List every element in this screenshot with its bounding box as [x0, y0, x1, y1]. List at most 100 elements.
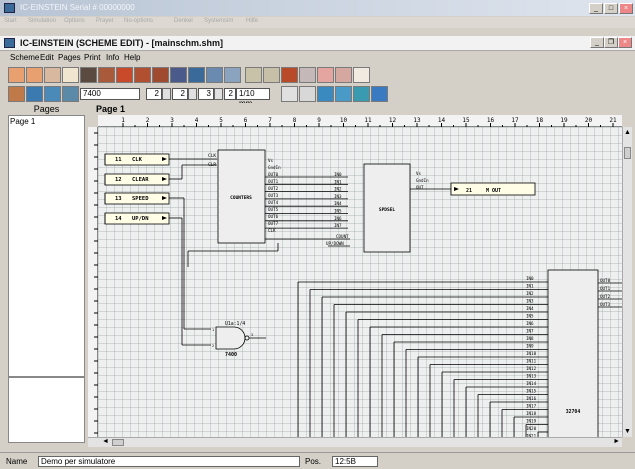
- ic-in-pin: IN8: [526, 336, 534, 341]
- outer-menu-item[interactable]: Options: [64, 18, 85, 24]
- screen-icon[interactable]: [224, 67, 241, 83]
- chip-icon[interactable]: [152, 67, 169, 83]
- new-icon[interactable]: [8, 67, 25, 83]
- run-icon[interactable]: [371, 86, 388, 102]
- part-icon[interactable]: [44, 86, 61, 102]
- image-icon[interactable]: [206, 67, 223, 83]
- input-label: SPEED: [132, 196, 149, 202]
- component-icon[interactable]: [98, 67, 115, 83]
- doc-minimize-button[interactable]: _: [590, 37, 604, 48]
- spin-4[interactable]: [214, 88, 223, 100]
- scale-field[interactable]: 1/10 mm...: [236, 88, 270, 108]
- bus-icon[interactable]: [317, 86, 334, 102]
- status-name-field[interactable]: Demo per simulatore: [38, 456, 300, 467]
- chip-select-icon[interactable]: [8, 86, 25, 102]
- symbol-icon[interactable]: [62, 86, 79, 102]
- page-header: Page 1: [90, 103, 630, 115]
- pages-preview: [8, 377, 85, 443]
- page-list-item[interactable]: Page 1: [10, 117, 35, 126]
- zoom-icon[interactable]: [299, 67, 316, 83]
- counter-name: COUNTERS: [230, 195, 252, 201]
- pages-pane-header: Pages: [8, 103, 85, 115]
- wire-icon[interactable]: [299, 86, 316, 102]
- junction-icon[interactable]: [335, 86, 352, 102]
- color-icon[interactable]: [281, 67, 298, 83]
- horizontal-scrollbar[interactable]: ◄ ►: [88, 437, 622, 447]
- ic-in-pin: IN4: [526, 306, 534, 311]
- scroll-up-icon[interactable]: ▲: [624, 129, 631, 136]
- field-5[interactable]: 2: [224, 88, 236, 100]
- schematic-drawing[interactable]: 11 CLK12 CLEAR13 SPEED14 UP/DNCOUNTERSCLKCLR…: [98, 127, 622, 437]
- outer-menu-item[interactable]: Simulation: [28, 18, 56, 24]
- input-number: 14: [115, 216, 122, 222]
- ic-out-pin: OUT1: [600, 286, 611, 291]
- field-2[interactable]: 2: [146, 88, 162, 100]
- layout-icon[interactable]: [170, 67, 187, 83]
- spin-3[interactable]: [188, 88, 197, 100]
- marker-icon[interactable]: [317, 67, 334, 83]
- spin-2[interactable]: [162, 88, 171, 100]
- menu-pages[interactable]: Pages: [58, 53, 81, 62]
- library-icon[interactable]: [26, 86, 43, 102]
- pin-icon[interactable]: [281, 86, 298, 102]
- ruler-label: 8: [293, 117, 297, 124]
- vertical-scroll-thumb[interactable]: [624, 147, 631, 159]
- eraser-icon[interactable]: [335, 67, 352, 83]
- ruler-label: 13: [413, 117, 421, 124]
- field-4[interactable]: 3: [198, 88, 214, 100]
- close-button[interactable]: ×: [619, 3, 633, 14]
- field-3[interactable]: 2: [172, 88, 188, 100]
- schematic-canvas[interactable]: 11 CLK 12 CLEAR 13 SPEED 14 UP/DN COUNTERS CLK CLR…: [98, 127, 622, 437]
- part-field[interactable]: 7400: [80, 88, 140, 100]
- open-icon[interactable]: [26, 67, 43, 83]
- vertical-scrollbar[interactable]: ▲ ▼: [622, 127, 632, 437]
- menu-help[interactable]: Help: [124, 53, 140, 62]
- outer-menu-item[interactable]: Prayer: [96, 18, 114, 24]
- ruler-label: 4: [195, 117, 199, 124]
- ic-out-pin: OUT2: [600, 294, 611, 299]
- probe-icon[interactable]: [353, 86, 370, 102]
- input-label: CLK: [132, 157, 143, 163]
- ic-in-pin: IN1: [526, 284, 534, 289]
- menu-scheme[interactable]: Scheme: [10, 53, 39, 62]
- outer-menu-item[interactable]: Denkel: [174, 18, 193, 24]
- scroll-down-icon[interactable]: ▼: [624, 428, 631, 435]
- menu-bar: Scheme Edit Pages Print Info Help: [0, 52, 635, 64]
- print-icon[interactable]: [116, 67, 133, 83]
- menu-print[interactable]: Print: [84, 53, 100, 62]
- maximize-button[interactable]: □: [604, 3, 618, 14]
- scroll-right-icon[interactable]: ►: [613, 438, 620, 445]
- doc-restore-button[interactable]: ❐: [604, 37, 618, 48]
- grid-icon[interactable]: [134, 67, 151, 83]
- save-icon[interactable]: [44, 67, 61, 83]
- counter-out-pin: OUT0: [268, 172, 279, 177]
- brush-icon[interactable]: [263, 67, 280, 83]
- minimize-button[interactable]: _: [589, 3, 603, 14]
- ruler-label: 2: [146, 117, 150, 124]
- window-icon[interactable]: [188, 67, 205, 83]
- text-icon[interactable]: [62, 67, 79, 83]
- ic-in-pin: IN18: [526, 411, 537, 416]
- pencil-icon[interactable]: [245, 67, 262, 83]
- outer-menu-item[interactable]: Start: [4, 18, 17, 24]
- ic-in-pin: IN9: [526, 344, 534, 349]
- ic-in-pin: IN5: [526, 314, 534, 319]
- scroll-left-icon[interactable]: ◄: [102, 438, 109, 445]
- gate-pin-num: 2: [212, 344, 214, 348]
- menu-edit[interactable]: Edit: [40, 53, 54, 62]
- pages-list[interactable]: Page 1: [8, 115, 85, 377]
- table-icon[interactable]: [353, 67, 370, 83]
- menu-info[interactable]: Info: [106, 53, 119, 62]
- camera-icon[interactable]: [80, 67, 97, 83]
- mux-in-pin: IN0: [334, 172, 342, 177]
- doc-close-button[interactable]: ×: [618, 37, 632, 48]
- outer-menu-item[interactable]: Systemsim: [204, 18, 233, 24]
- outer-menu-item[interactable]: No-options: [124, 18, 153, 24]
- input-label: CLEAR: [132, 177, 149, 183]
- output-label: M OUT: [486, 188, 501, 194]
- input-number: 13: [115, 196, 122, 202]
- gate-pin-num: 1: [212, 328, 214, 332]
- gate-bubble: [244, 335, 250, 341]
- horizontal-scroll-thumb[interactable]: [112, 439, 124, 446]
- outer-menu-item[interactable]: Hilfe: [246, 18, 258, 24]
